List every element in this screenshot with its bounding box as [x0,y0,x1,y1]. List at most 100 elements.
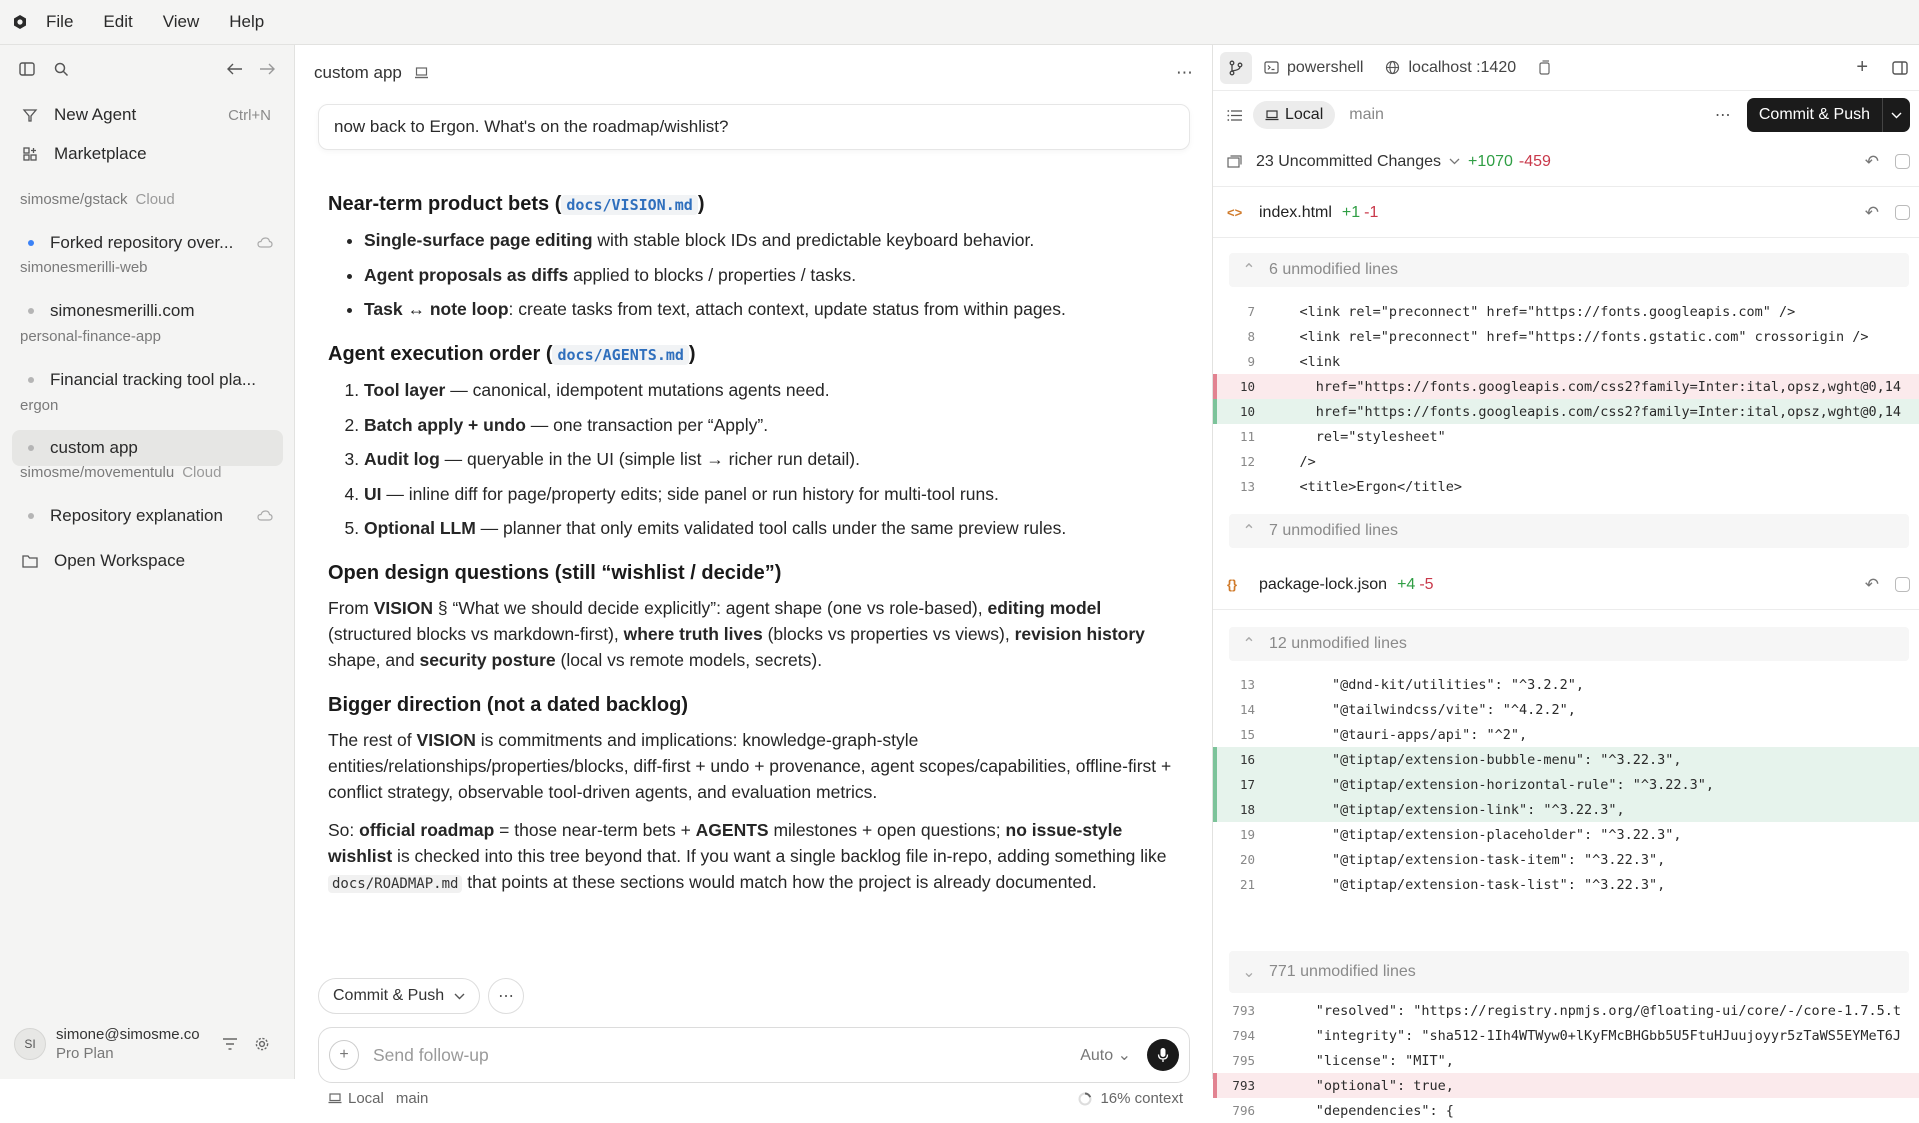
line-code: "@tauri-apps/api": "^2", [1267,726,1528,743]
sidebar-item-custom-app[interactable]: custom app [12,430,283,466]
status-dot [28,513,34,519]
forward-arrow-icon[interactable] [254,56,280,82]
unmodified-lines-expander[interactable]: ⌄ 771 unmodified lines [1229,951,1909,993]
vision-doc-link[interactable]: docs/VISION.md [561,195,698,215]
tab-localhost[interactable]: localhost :1420 [1385,59,1516,77]
section-agent-order: Agent execution order (docs/AGENTS.md) T… [328,340,1178,541]
mode-select[interactable]: Auto ⌄ [1080,1045,1131,1065]
line-number: 14 [1239,702,1255,717]
file-header-index[interactable]: <> index.html +1 -1 ↶ [1213,188,1919,238]
microphone-button[interactable] [1147,1039,1179,1071]
more-options-icon[interactable]: ⋯ [1715,105,1731,125]
avatar: SI [14,1028,46,1060]
list-item: Agent proposals as diffs applied to bloc… [364,262,1178,288]
unmodified-lines-expander[interactable]: ⌃ 12 unmodified lines [1229,627,1909,661]
composer: + Send follow-up Auto ⌄ [318,1027,1190,1083]
add-tab-icon[interactable]: + [1856,56,1868,79]
line-number: 13 [1239,677,1255,692]
list-item: UI — inline diff for page/property edits… [364,481,1178,507]
local-pill[interactable]: Local [1253,101,1336,129]
user-account[interactable]: SI simone@simosme.co Pro Plan [14,1023,284,1065]
chevron-down-icon[interactable] [1882,98,1910,132]
sidebar-item-financial-tracking[interactable]: Financial tracking tool pla... [12,362,283,398]
diff-line: 12 /> [1213,449,1919,474]
revert-icon[interactable]: ↶ [1865,152,1879,172]
uncommitted-changes-bar[interactable]: 23 Uncommitted Changes +1070 -459 ↶ [1213,137,1919,187]
deletions-count: -5 [1419,575,1434,593]
sidebar-item-label: custom app [50,438,138,457]
tab-label: powershell [1287,58,1364,76]
menu-view[interactable]: View [163,12,200,32]
select-all-checkbox[interactable] [1895,154,1910,169]
deletions-count: -459 [1518,152,1551,170]
group-name: simosme/movementulu [20,464,175,481]
paragraph: So: official roadmap = those near-term b… [328,820,1167,893]
line-number: 8 [1247,329,1255,344]
more-actions-button[interactable]: ⋯ [488,978,525,1014]
file-checkbox[interactable] [1895,577,1910,592]
status-dot [28,445,34,451]
expand-icon: ⌃ [1242,636,1256,653]
git-branch-icon[interactable] [1220,51,1252,84]
deletions-count: -1 [1364,203,1379,221]
marketplace-button[interactable]: Marketplace [12,136,283,172]
revert-icon[interactable]: ↶ [1865,203,1879,223]
file-header-package-lock[interactable]: {} package-lock.json +4 -5 ↶ [1213,560,1919,610]
sidebar-item-forked-repo[interactable]: Forked repository over... [12,225,283,261]
laptop-icon [414,67,429,79]
unmodified-lines-expander[interactable]: ⌃ 6 unmodified lines [1229,253,1909,287]
file-checkbox[interactable] [1895,205,1910,220]
menu-file[interactable]: File [46,12,73,32]
more-options-icon[interactable]: ⋯ [1176,63,1193,83]
unmodified-lines-expander[interactable]: ⌃ 7 unmodified lines [1229,514,1909,548]
chat-title: custom app [314,63,402,82]
line-number: 10 [1239,379,1255,394]
line-number: 794 [1232,1028,1255,1043]
list-item: Single-surface page editing with stable … [364,227,1178,253]
line-code: "@tiptap/extension-task-item": "^3.22.3"… [1267,851,1666,868]
add-attachment-button[interactable]: + [329,1040,359,1070]
status-dot [28,308,34,314]
section-heading: Bigger direction (not a dated backlog) [328,694,689,716]
agents-doc-link[interactable]: docs/AGENTS.md [552,345,689,365]
sidebar-item-repository-explanation[interactable]: Repository explanation [12,498,283,534]
line-code: <title>Ergon</title> [1267,478,1463,495]
copy-icon[interactable] [1538,60,1551,75]
list-view-icon[interactable] [1227,109,1243,122]
line-code: "optional": true, [1267,1077,1454,1094]
line-code: "@tiptap/extension-link": "^3.22.3", [1267,801,1625,818]
tab-powershell[interactable]: powershell [1264,59,1363,77]
file-name: package-lock.json [1259,575,1388,593]
sidebar-item-label: Financial tracking tool pla... [50,370,256,389]
line-code: "@tiptap/extension-bubble-menu": "^3.22.… [1267,751,1682,768]
open-workspace-button[interactable]: Open Workspace [12,543,283,579]
branch-name[interactable]: main [1349,106,1384,124]
commit-push-primary-button[interactable]: Commit & Push [1746,98,1910,132]
line-code: "@dnd-kit/utilities": "^3.2.2", [1267,676,1584,693]
commit-push-button[interactable]: Commit & Push [318,978,481,1014]
chat-footer: Local main 16% context [328,1090,1183,1107]
followup-input[interactable]: Send follow-up [373,1045,489,1066]
back-arrow-icon[interactable] [222,56,248,82]
list-item: Tool layer — canonical, idempotent mutat… [364,377,1178,403]
gear-icon[interactable] [254,1036,270,1052]
diff-line: 15 "@tauri-apps/api": "^2", [1213,722,1919,747]
filter-icon[interactable] [222,1037,238,1051]
menu-help[interactable]: Help [229,12,264,32]
diff-line: 13 "@dnd-kit/utilities": "^3.2.2", [1213,672,1919,697]
line-number: 795 [1232,1053,1255,1068]
sidebar-item-simonesmerilli[interactable]: simonesmerilli.com [12,293,283,329]
additions-count: +1070 [1467,152,1513,170]
line-number: 16 [1239,752,1255,767]
search-icon[interactable] [48,56,74,82]
toggle-sidebar-icon[interactable] [14,56,40,82]
footer-branch[interactable]: main [396,1090,429,1107]
menu-edit[interactable]: Edit [103,12,132,32]
footer-local[interactable]: Local [348,1090,384,1107]
diff-line: 796 "dependencies": { [1213,1098,1919,1123]
revert-icon[interactable]: ↶ [1865,575,1879,595]
new-agent-button[interactable]: New Agent Ctrl+N [12,97,283,133]
chevron-down-icon: ⌄ [1117,1047,1131,1064]
numbered-list: Tool layer — canonical, idempotent mutat… [364,377,1178,541]
toggle-panel-icon[interactable] [1892,60,1908,75]
